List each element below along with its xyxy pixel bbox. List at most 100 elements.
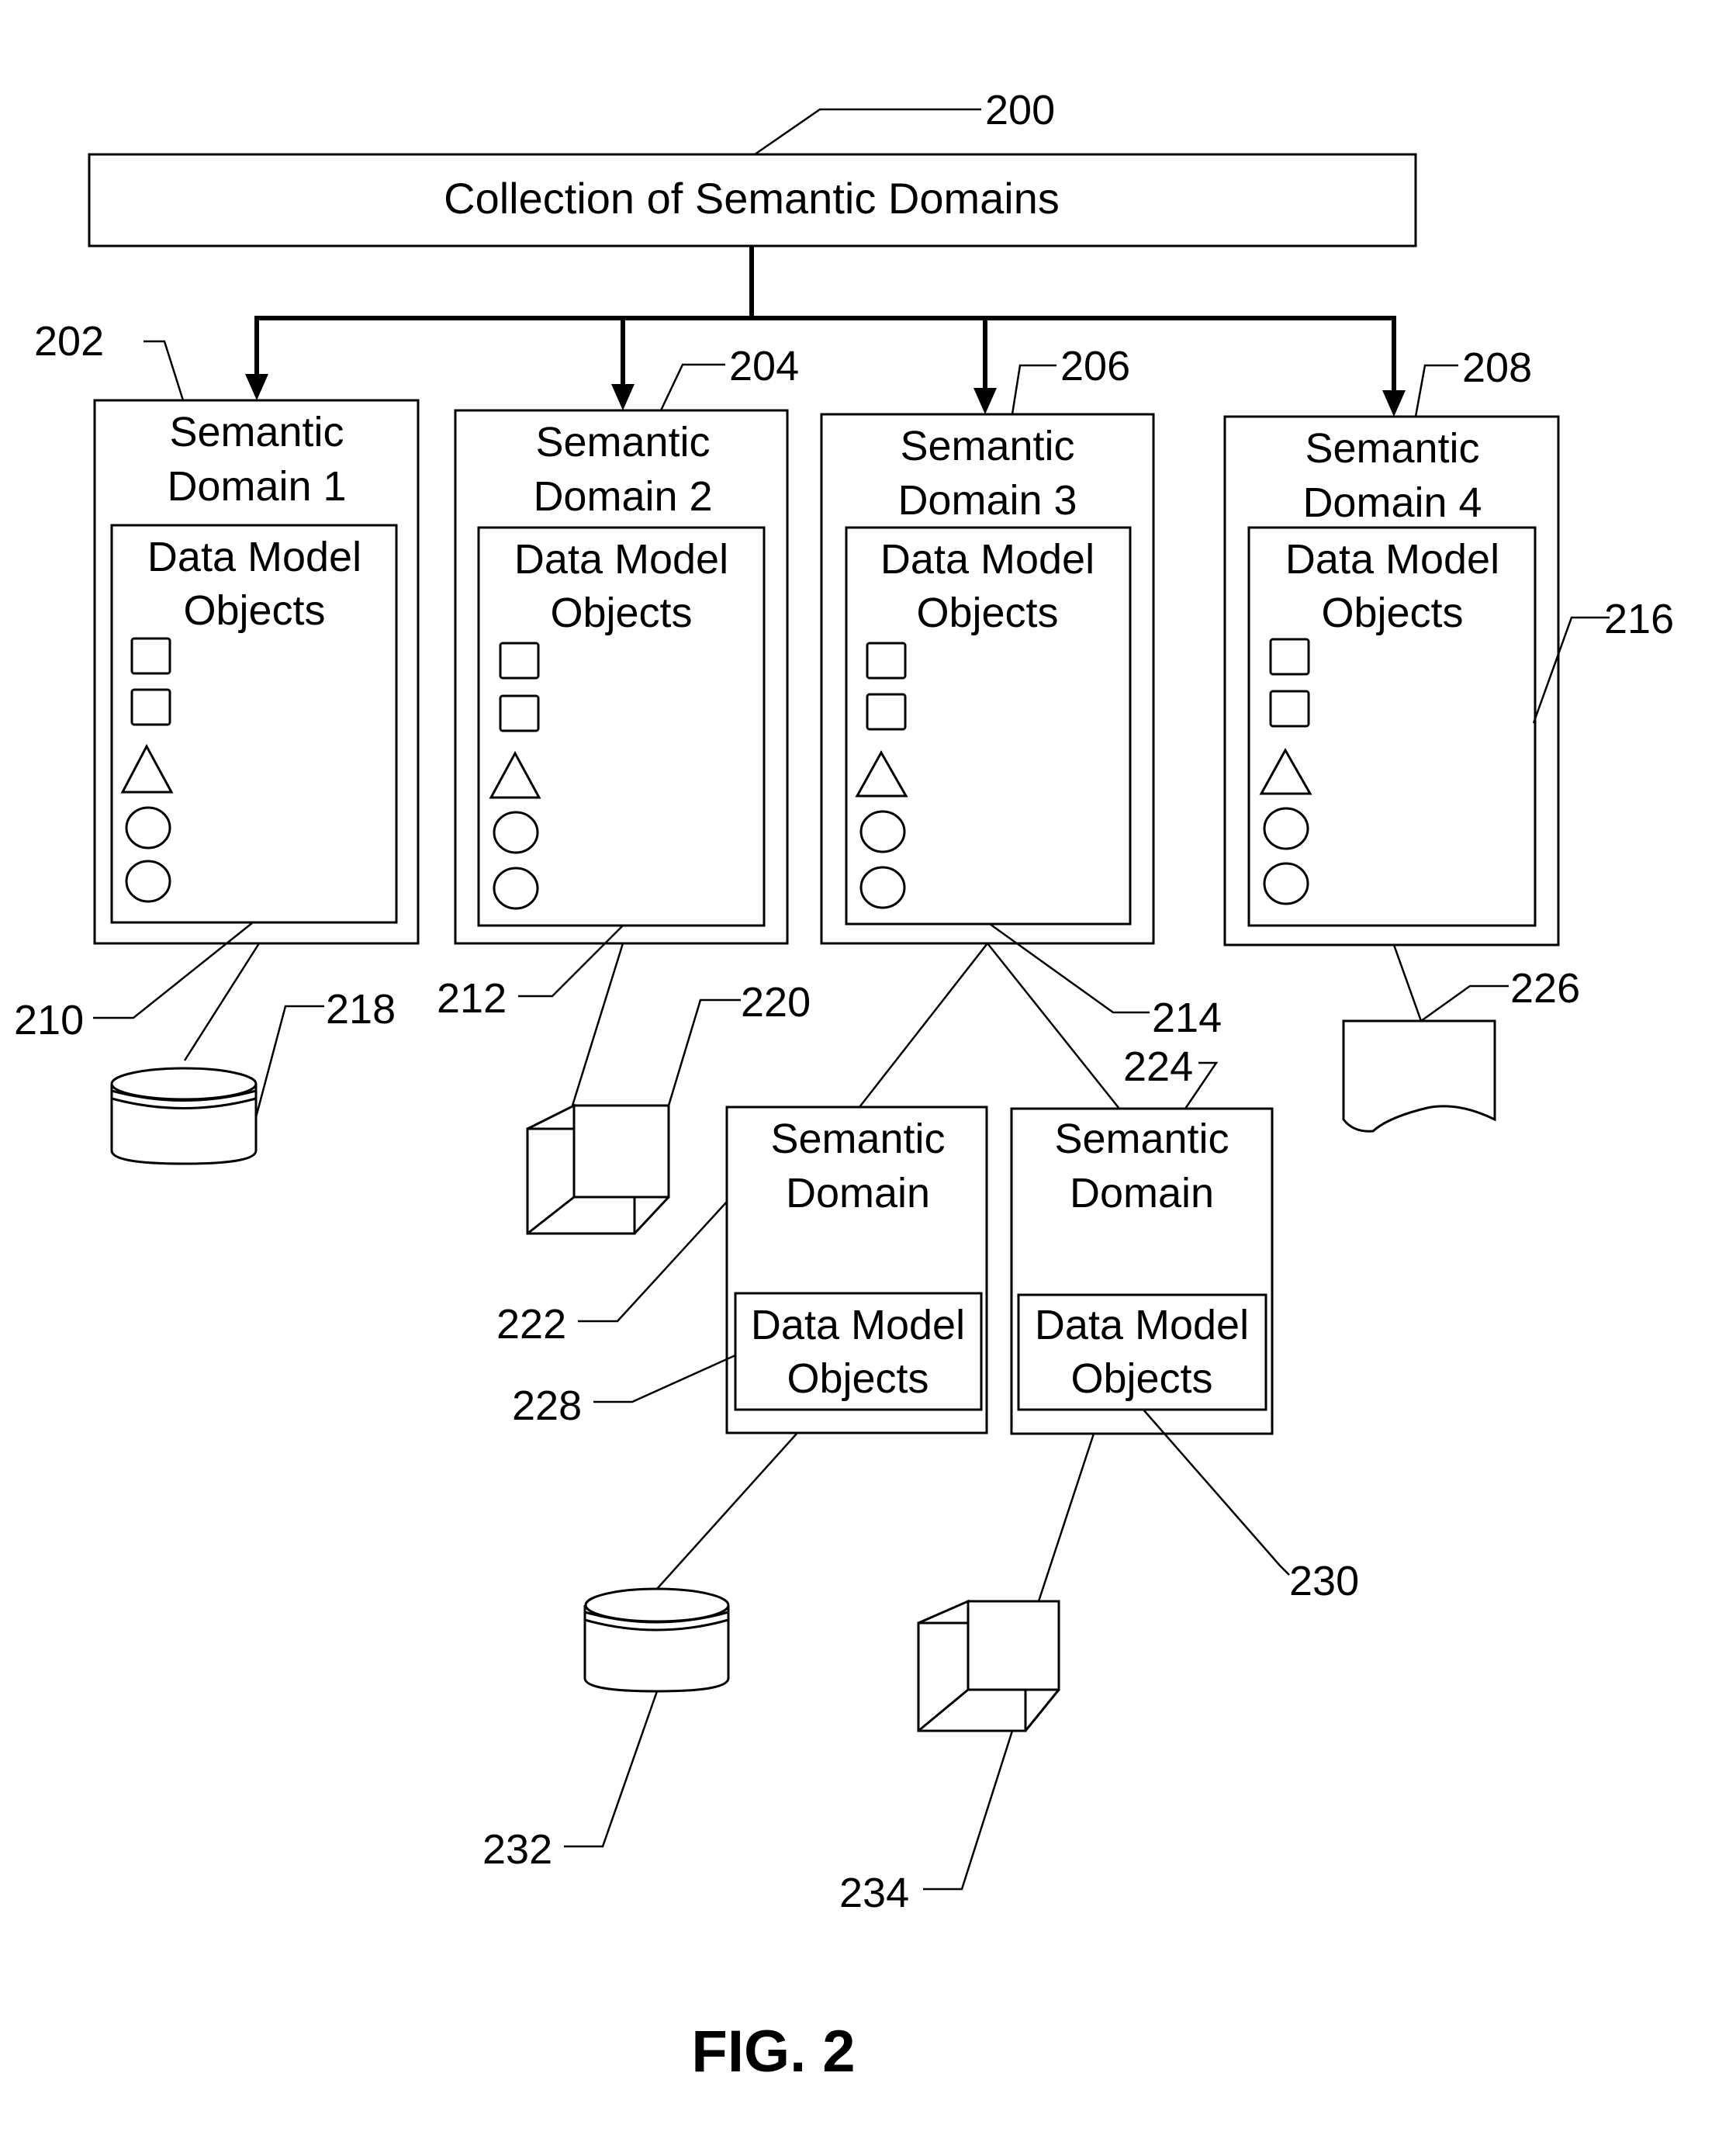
ref-label-210: 210 [14,997,84,1043]
domain-title: Domain [786,1170,930,1216]
ref-206: 206 [1011,343,1130,415]
ref-234: 234 [839,1730,1014,1916]
domain-title: Domain 4 [1302,479,1482,526]
ref-220: 220 [667,979,811,1106]
square-object-icon [499,694,540,732]
ref-230: 230 [1143,1409,1359,1604]
domain-title: Semantic [1054,1116,1229,1162]
ref-label-204: 204 [729,343,799,389]
ref-label-202: 202 [34,318,104,365]
cube-icon [526,1103,670,1235]
semantic-domain-2: Semantic Domain 2 Data Model Objects [454,409,789,945]
ref-200: 200 [754,87,1055,156]
domain-title: Domain [1070,1170,1214,1216]
root-label: Collection of Semantic Domains [444,174,1060,223]
arrowhead-icon [611,384,635,410]
dmo-label: Data Model [514,536,728,583]
circle-object-icon [1263,862,1309,905]
ref-label-228: 228 [512,1382,582,1429]
ref-label-232: 232 [482,1826,552,1873]
document-icon [1342,1019,1496,1133]
root-collection-box: Collection of Semantic Domains [88,153,1417,247]
connector-bus [245,246,1406,417]
dmo-label: Data Model [880,536,1095,583]
ref-label-234: 234 [839,1870,909,1916]
ref-226: 226 [1420,965,1580,1023]
square-object-icon [130,637,171,675]
dmo-label: Objects [1321,590,1463,636]
domain-title: Domain 2 [533,473,712,520]
ref-label-222: 222 [496,1301,566,1348]
circle-object-icon [859,866,906,909]
domain-title: Domain 3 [897,477,1077,524]
sub-semantic-domain-2: Semantic Domain Data Model Objects [1010,1107,1274,1435]
arrowhead-icon [245,374,268,400]
dmo-label: Objects [916,590,1058,636]
circle-object-icon [125,860,171,903]
ref-label-208: 208 [1462,344,1532,391]
dmo-label: Data Model [147,534,361,580]
sub-semantic-domain-1: Semantic Domain Data Model Objects [725,1106,988,1434]
domain-1-to-database-link [183,943,261,1061]
ref-224: 224 [1123,1043,1219,1109]
subdomain-2-to-cube-link [1037,1433,1095,1602]
domain-3-to-subdomain-1-link [859,943,988,1108]
domain-4-to-document-link [1392,944,1423,1022]
ref-label-214: 214 [1152,995,1222,1041]
ref-label-212: 212 [437,975,507,1022]
semantic-domain-1: Semantic Domain 1 Data Model Objects [93,399,420,945]
square-object-icon [1269,690,1310,728]
ref-232: 232 [482,1690,659,1873]
circle-object-icon [493,867,539,910]
dmo-label: Data Model [751,1302,965,1348]
cube-icon [917,1599,1060,1732]
square-object-icon [866,642,907,680]
circle-object-icon [1263,807,1309,850]
ref-label-230: 230 [1289,1558,1359,1604]
arrowhead-icon [973,388,997,414]
ref-label-200: 200 [985,87,1055,133]
ref-208: 208 [1414,344,1532,417]
domain-title: Semantic [169,409,344,455]
ref-228: 228 [512,1354,736,1429]
subdomain-1-to-database-link [656,1433,797,1590]
data-model-objects-box: Data Model Objects [1017,1293,1267,1411]
circle-object-icon [125,806,171,850]
domain-title: Semantic [1305,425,1479,472]
semantic-domain-4: Semantic Domain 4 Data Model Objects [1223,415,1560,946]
data-model-objects-box: Data Model Objects [110,524,398,924]
domain-3-to-subdomain-2-link [987,943,1120,1109]
square-object-icon [499,642,540,680]
database-icon [583,1587,730,1693]
database-icon [110,1067,258,1165]
figure-caption: FIG. 2 [691,2019,855,2085]
dmo-label: Data Model [1035,1302,1249,1348]
domain-title: Semantic [770,1116,945,1162]
square-object-icon [866,693,907,731]
data-model-objects-box: Data Model Objects [734,1292,983,1411]
dmo-label: Objects [550,590,692,636]
ref-218: 218 [254,986,396,1118]
square-object-icon [130,688,171,726]
circle-object-icon [493,811,539,854]
domain-title: Domain 1 [167,463,346,510]
dmo-label: Objects [787,1355,929,1402]
ref-label-216: 216 [1604,596,1674,642]
ref-202: 202 [34,318,185,401]
circle-object-icon [859,810,906,853]
ref-label-224: 224 [1123,1043,1193,1090]
fig2-diagram: Collection of Semantic Domains 200 Seman… [14,87,1674,2085]
dmo-label: Data Model [1285,536,1499,583]
ref-label-206: 206 [1060,343,1130,389]
semantic-domain-3: Semantic Domain 3 Data Model Objects [820,413,1155,945]
ref-label-226: 226 [1510,965,1580,1012]
ref-label-220: 220 [741,979,811,1026]
data-model-objects-box: Data Model Objects [845,526,1132,926]
domain-title: Semantic [900,423,1074,469]
dmo-label: Objects [183,587,325,634]
domain-title: Semantic [535,419,710,465]
data-model-objects-box: Data Model Objects [1247,526,1537,927]
square-object-icon [1269,638,1310,676]
dmo-label: Objects [1070,1355,1212,1402]
arrowhead-icon [1382,390,1406,417]
